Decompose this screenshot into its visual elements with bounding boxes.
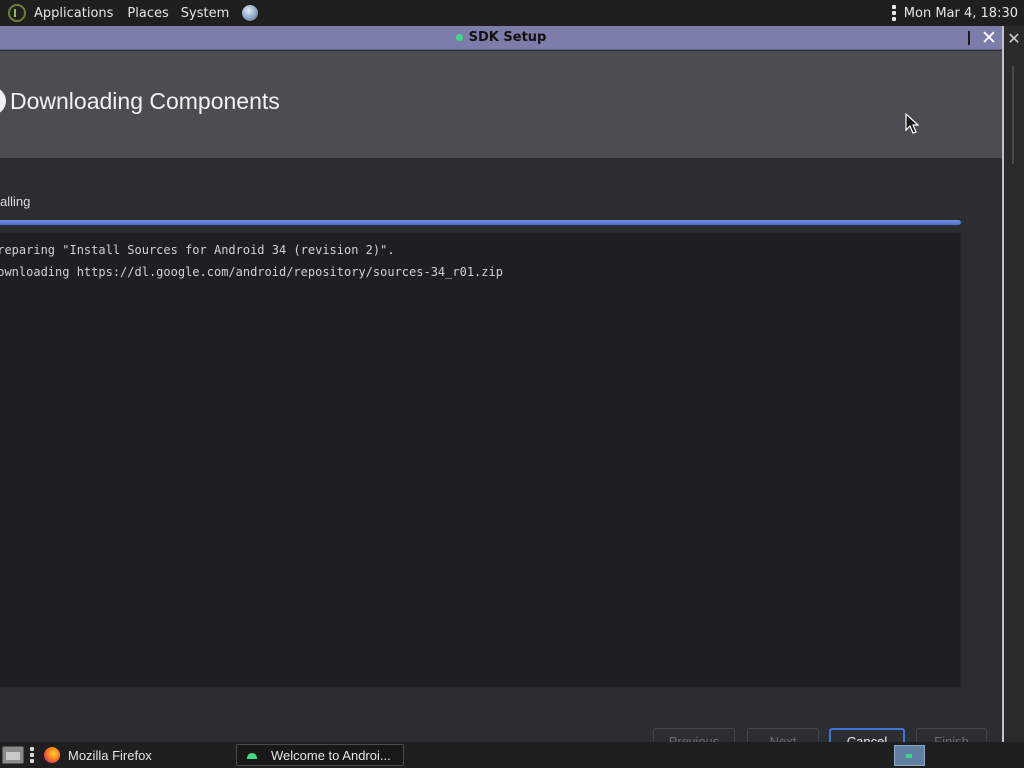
clock[interactable]: Mon Mar 4, 18:30: [904, 6, 1024, 21]
globe-icon[interactable]: [241, 4, 260, 22]
menu-applications[interactable]: Applications: [26, 0, 121, 26]
log-line: Preparing "Install Sources for Android 3…: [0, 243, 395, 257]
mouse-cursor-icon: [905, 113, 919, 134]
top-panel: Applications Places System Mon Mar 4, 18…: [0, 0, 1024, 26]
workspace-switcher[interactable]: [894, 745, 925, 766]
wizard-body: alling Preparing "Install Sources for An…: [0, 158, 1002, 754]
background-scrollbar: [1012, 66, 1014, 164]
firefox-icon: [44, 747, 60, 763]
window-title: SDK Setup: [468, 30, 547, 45]
log-output[interactable]: Preparing "Install Sources for Android 3…: [0, 232, 961, 688]
menu-applications-label: Applications: [34, 5, 114, 21]
taskbar: Mozilla Firefox Welcome to Androi...: [0, 742, 1024, 768]
title-bar[interactable]: SDK Setup ✕: [0, 26, 1002, 50]
title-separator: [968, 31, 970, 45]
task-firefox[interactable]: Mozilla Firefox: [36, 744, 196, 766]
page-title: Downloading Components: [10, 88, 280, 114]
wizard-logo-icon: [0, 87, 6, 115]
panel-right-area: Mon Mar 4, 18:30: [891, 0, 1024, 26]
background-window: [1004, 26, 1024, 742]
menu-places[interactable]: Places: [121, 0, 174, 26]
background-close-icon[interactable]: ✕: [1004, 26, 1024, 50]
menu-system[interactable]: System: [175, 0, 235, 26]
progress-bar: [0, 220, 961, 225]
sdk-setup-dialog: SDK Setup ✕ Downloading Components allin…: [0, 26, 1004, 754]
kebab-menu-icon[interactable]: [891, 5, 896, 21]
menu-system-label: System: [180, 5, 230, 21]
progress-fill: [0, 220, 961, 225]
task-android-studio[interactable]: Welcome to Androi...: [236, 744, 404, 766]
wizard-header: Downloading Components: [0, 51, 1002, 158]
taskbar-grip-icon[interactable]: [30, 747, 34, 763]
status-label: alling: [0, 194, 31, 209]
app-logo-icon[interactable]: [8, 4, 26, 22]
menu-places-label: Places: [127, 5, 169, 21]
task-android-label: Welcome to Androi...: [271, 747, 391, 763]
android-icon: [245, 748, 259, 762]
task-firefox-label: Mozilla Firefox: [68, 747, 152, 763]
show-desktop-icon[interactable]: [2, 746, 24, 764]
android-studio-icon: [455, 34, 463, 41]
log-line: Downloading https://dl.google.com/androi…: [0, 265, 503, 279]
close-icon[interactable]: ✕: [976, 26, 1002, 50]
